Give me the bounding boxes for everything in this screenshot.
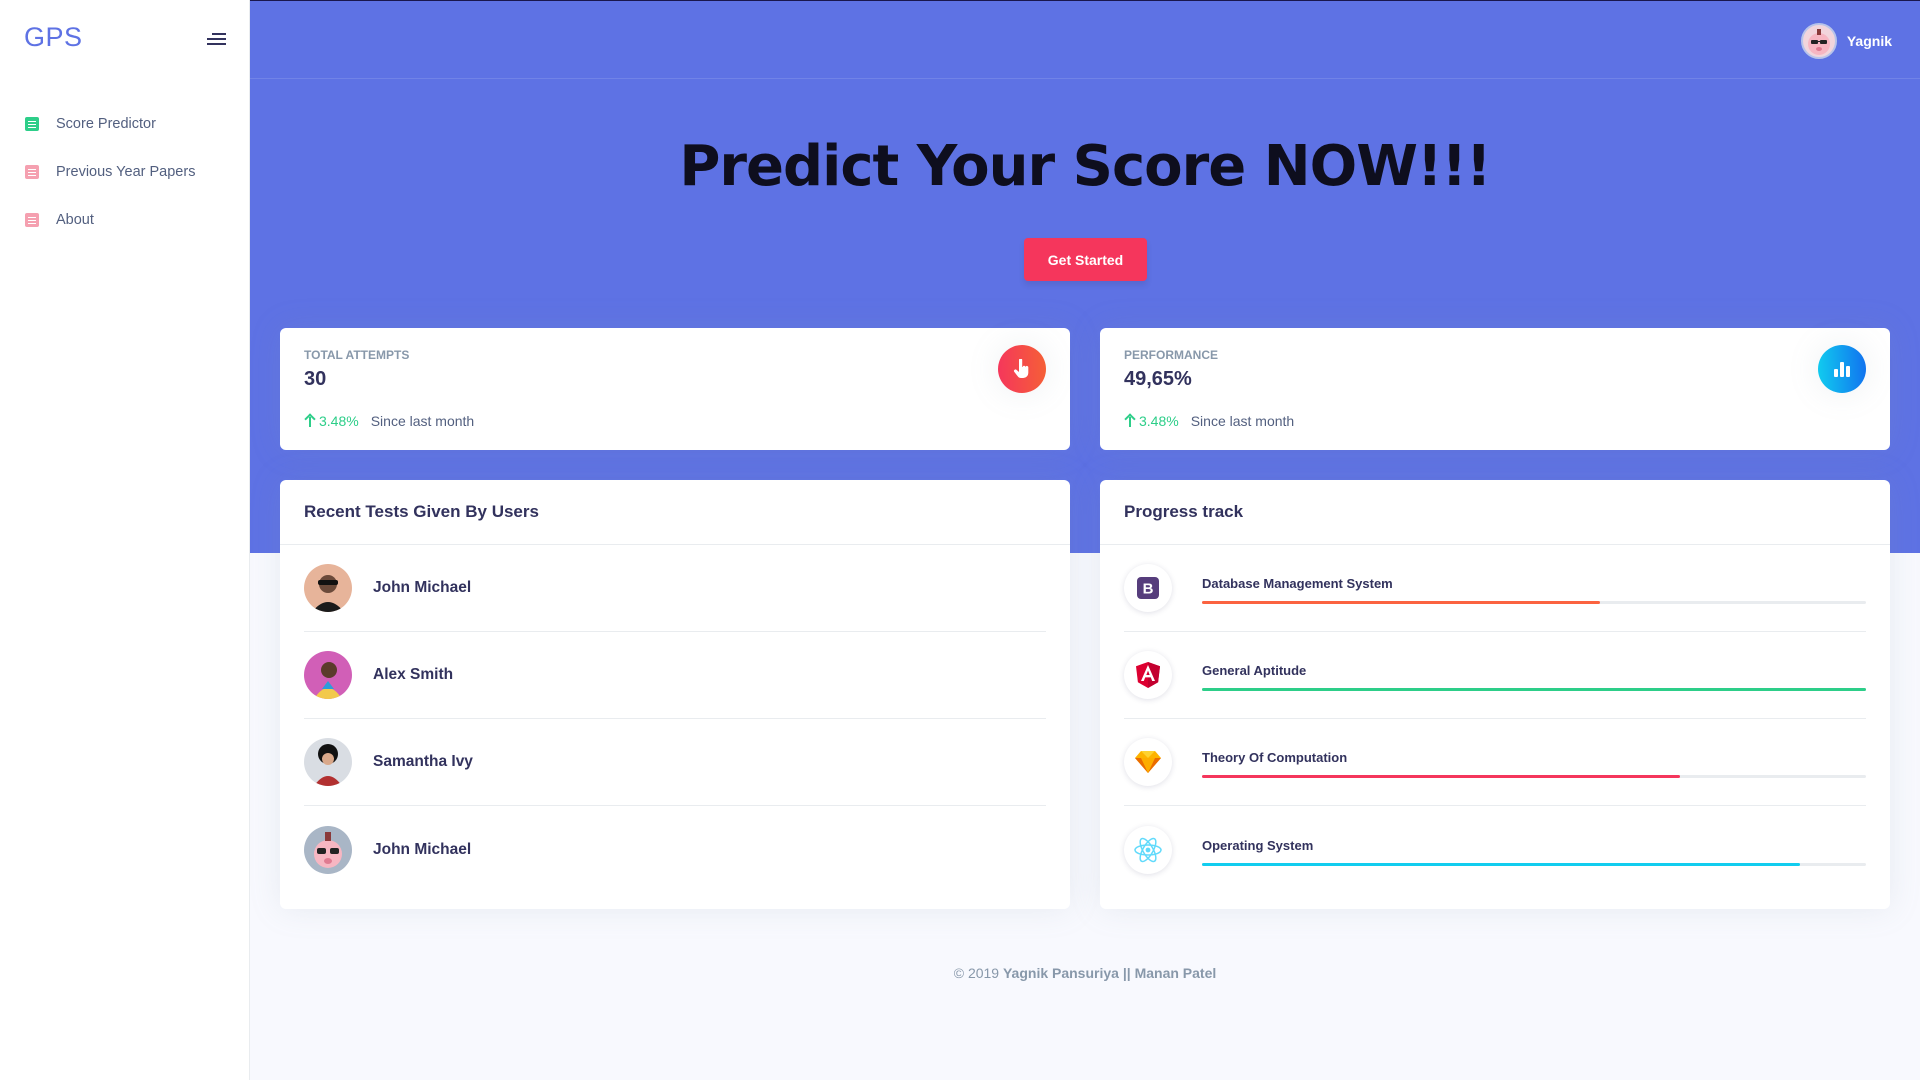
progress-bar (1202, 688, 1866, 691)
progress-list: B Database Management System General Apt… (1124, 545, 1866, 893)
user-name: Alex Smith (373, 666, 454, 683)
stat-change: 3.48% (1124, 413, 1179, 429)
avatar (304, 564, 352, 612)
author-separator: || (1118, 965, 1135, 981)
react-icon (1124, 826, 1172, 874)
user-menu[interactable]: Yagnik (1800, 23, 1892, 59)
sidebar-item-previous-year-papers[interactable]: Previous Year Papers (0, 148, 250, 196)
author-link[interactable]: Yagnik Pansuriya (1003, 965, 1119, 981)
list-item[interactable]: Samantha Ivy (304, 719, 1046, 806)
avatar (304, 825, 352, 874)
user-name: John Michael (373, 579, 472, 596)
hand-pointer-icon (998, 345, 1046, 393)
sketch-icon (1124, 738, 1172, 786)
progress-bar (1202, 601, 1866, 604)
card-header: Recent Tests Given By Users (280, 480, 1070, 545)
progress-fill (1202, 775, 1681, 778)
user-name: Samantha Ivy (373, 753, 473, 770)
stat-since: Since last month (1190, 413, 1295, 429)
top-navbar: Yagnik (250, 1, 1920, 79)
progress-track-card: Progress track B Database Management Sys… (1100, 480, 1890, 909)
arrow-up-icon (304, 414, 316, 428)
list-item[interactable]: John Michael (304, 806, 1046, 893)
progress-item: Theory Of Computation (1124, 719, 1866, 806)
author-link[interactable]: Manan Patel (1135, 965, 1217, 981)
stat-card-total-attempts: Total attempts 30 3.48% Since last month (280, 328, 1070, 450)
stat-value: 30 (304, 368, 327, 390)
card-title: Progress track (1124, 502, 1244, 521)
angular-icon (1124, 651, 1172, 699)
bootstrap-icon: B (1124, 564, 1172, 612)
svg-text:B: B (1143, 581, 1154, 598)
progress-label: Database Management System (1202, 576, 1393, 591)
list-item[interactable]: John Michael (304, 545, 1046, 632)
arrow-up-icon (1124, 414, 1136, 428)
card-header: Progress track (1100, 480, 1890, 545)
header: Yagnik Predict Your Score NOW!!! Get Sta… (250, 0, 1920, 553)
sidebar-nav: Score Predictor Previous Year Papers Abo… (0, 100, 250, 244)
sidebar-item-label: Previous Year Papers (56, 164, 196, 180)
stat-since: Since last month (370, 413, 475, 429)
progress-item: B Database Management System (1124, 545, 1866, 632)
clipboard-icon (25, 117, 39, 131)
progress-bar (1202, 862, 1866, 866)
copyright-text: © 2019 (953, 965, 1003, 981)
recent-tests-card: Recent Tests Given By Users John Michael… (280, 480, 1070, 909)
stat-change-value: 3.48% (319, 413, 359, 429)
menu-toggle-icon[interactable] (206, 33, 226, 47)
progress-fill (1202, 862, 1800, 866)
stat-change: 3.48% (304, 413, 359, 429)
avatar (1800, 23, 1837, 59)
stat-value: 49,65% (1124, 368, 1192, 390)
user-list: John Michael Alex Smith Samantha Ivy Joh… (304, 545, 1046, 893)
stat-footer: 3.48% Since last month (1124, 413, 1294, 429)
progress-label: General Aptitude (1202, 663, 1307, 678)
progress-fill (1202, 688, 1866, 691)
progress-bar (1202, 775, 1866, 778)
progress-item: General Aptitude (1124, 632, 1866, 719)
document-icon (25, 165, 39, 179)
stat-change-value: 3.48% (1139, 413, 1179, 429)
stat-card-performance: Performance 49,65% 3.48% Since last mont… (1100, 328, 1890, 450)
avatar (304, 738, 352, 786)
sidebar: GPS Score Predictor Previous Year Papers… (0, 0, 250, 1080)
avatar (304, 651, 352, 699)
stat-footer: 3.48% Since last month (304, 413, 474, 429)
progress-item: Operating System (1124, 806, 1866, 893)
progress-label: Operating System (1202, 837, 1314, 853)
stat-label: Performance (1124, 348, 1219, 362)
footer: © 2019 Yagnik Pansuriya || Manan Patel (250, 965, 1920, 981)
title-bold: NOW!!! (1263, 134, 1492, 199)
sidebar-item-about[interactable]: About (0, 196, 250, 244)
bar-chart-icon (1818, 345, 1866, 393)
list-item[interactable]: Alex Smith (304, 632, 1046, 719)
user-name: Yagnik (1846, 33, 1892, 49)
brand-logo[interactable]: GPS (24, 22, 83, 53)
title-regular: Predict Your Score (679, 134, 1264, 199)
sidebar-item-label: Score Predictor (56, 116, 156, 132)
stat-label: Total attempts (304, 348, 410, 362)
card-title: Recent Tests Given By Users (304, 502, 539, 521)
user-name: John Michael (373, 840, 472, 858)
sidebar-item-label: About (56, 212, 94, 228)
page-title: Predict Your Score NOW!!! (250, 134, 1920, 199)
sidebar-item-score-predictor[interactable]: Score Predictor (0, 100, 250, 148)
get-started-button[interactable]: Get Started (1024, 238, 1147, 281)
document-icon (25, 213, 39, 227)
progress-fill (1202, 601, 1601, 604)
progress-label: Theory Of Computation (1202, 750, 1348, 765)
